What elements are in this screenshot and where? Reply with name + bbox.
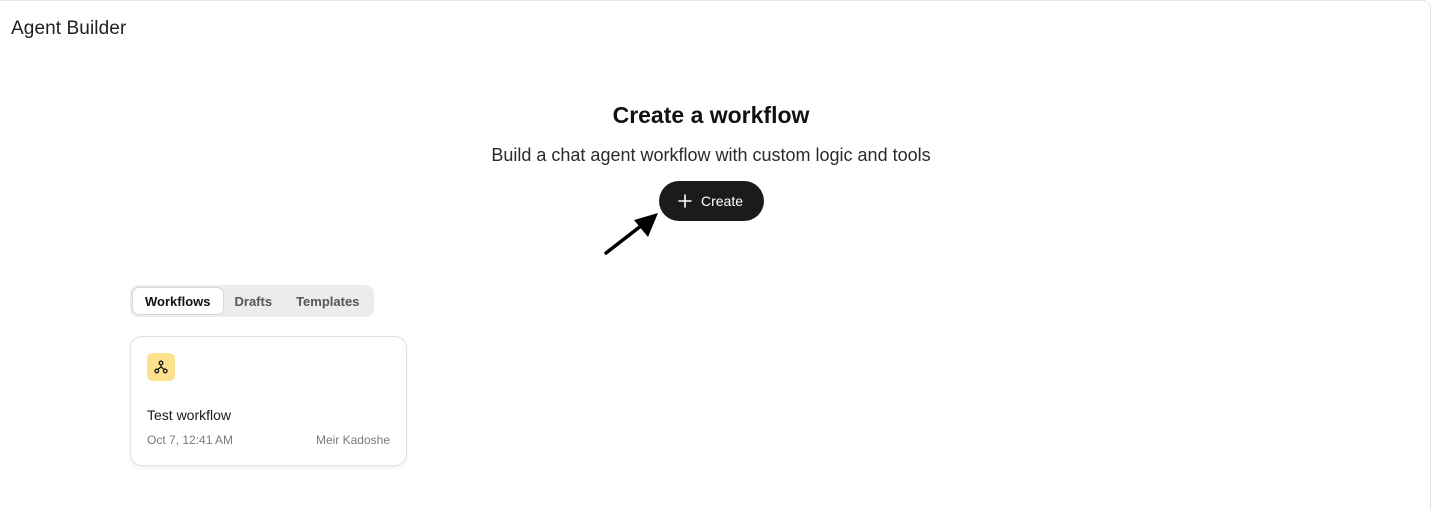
tab-templates[interactable]: Templates [284, 288, 371, 314]
workflow-author: Meir Kadoshe [315, 433, 390, 447]
workflow-tabs: Workflows Drafts Templates [130, 285, 375, 317]
create-button-label: Create [700, 193, 744, 209]
create-button[interactable]: Create [659, 181, 764, 221]
plus-icon [678, 194, 692, 208]
app-window: Agent Builder Create a workflow Build a … [0, 0, 1431, 510]
workflow-date: Oct 7, 12:41 AM [147, 433, 234, 447]
workflow-card[interactable]: Test workflow Oct 7, 12:41 AM Meir Kados… [130, 336, 407, 466]
pointer-arrow-icon [604, 213, 658, 255]
hero-title: Create a workflow [612, 102, 810, 128]
hero-subtitle: Build a chat agent workflow with custom … [491, 145, 931, 165]
tab-drafts[interactable]: Drafts [223, 288, 285, 314]
workflow-name: Test workflow [147, 407, 232, 423]
app-title: Agent Builder [11, 18, 127, 39]
workflow-icon [147, 353, 175, 381]
tab-workflows[interactable]: Workflows [133, 288, 223, 314]
